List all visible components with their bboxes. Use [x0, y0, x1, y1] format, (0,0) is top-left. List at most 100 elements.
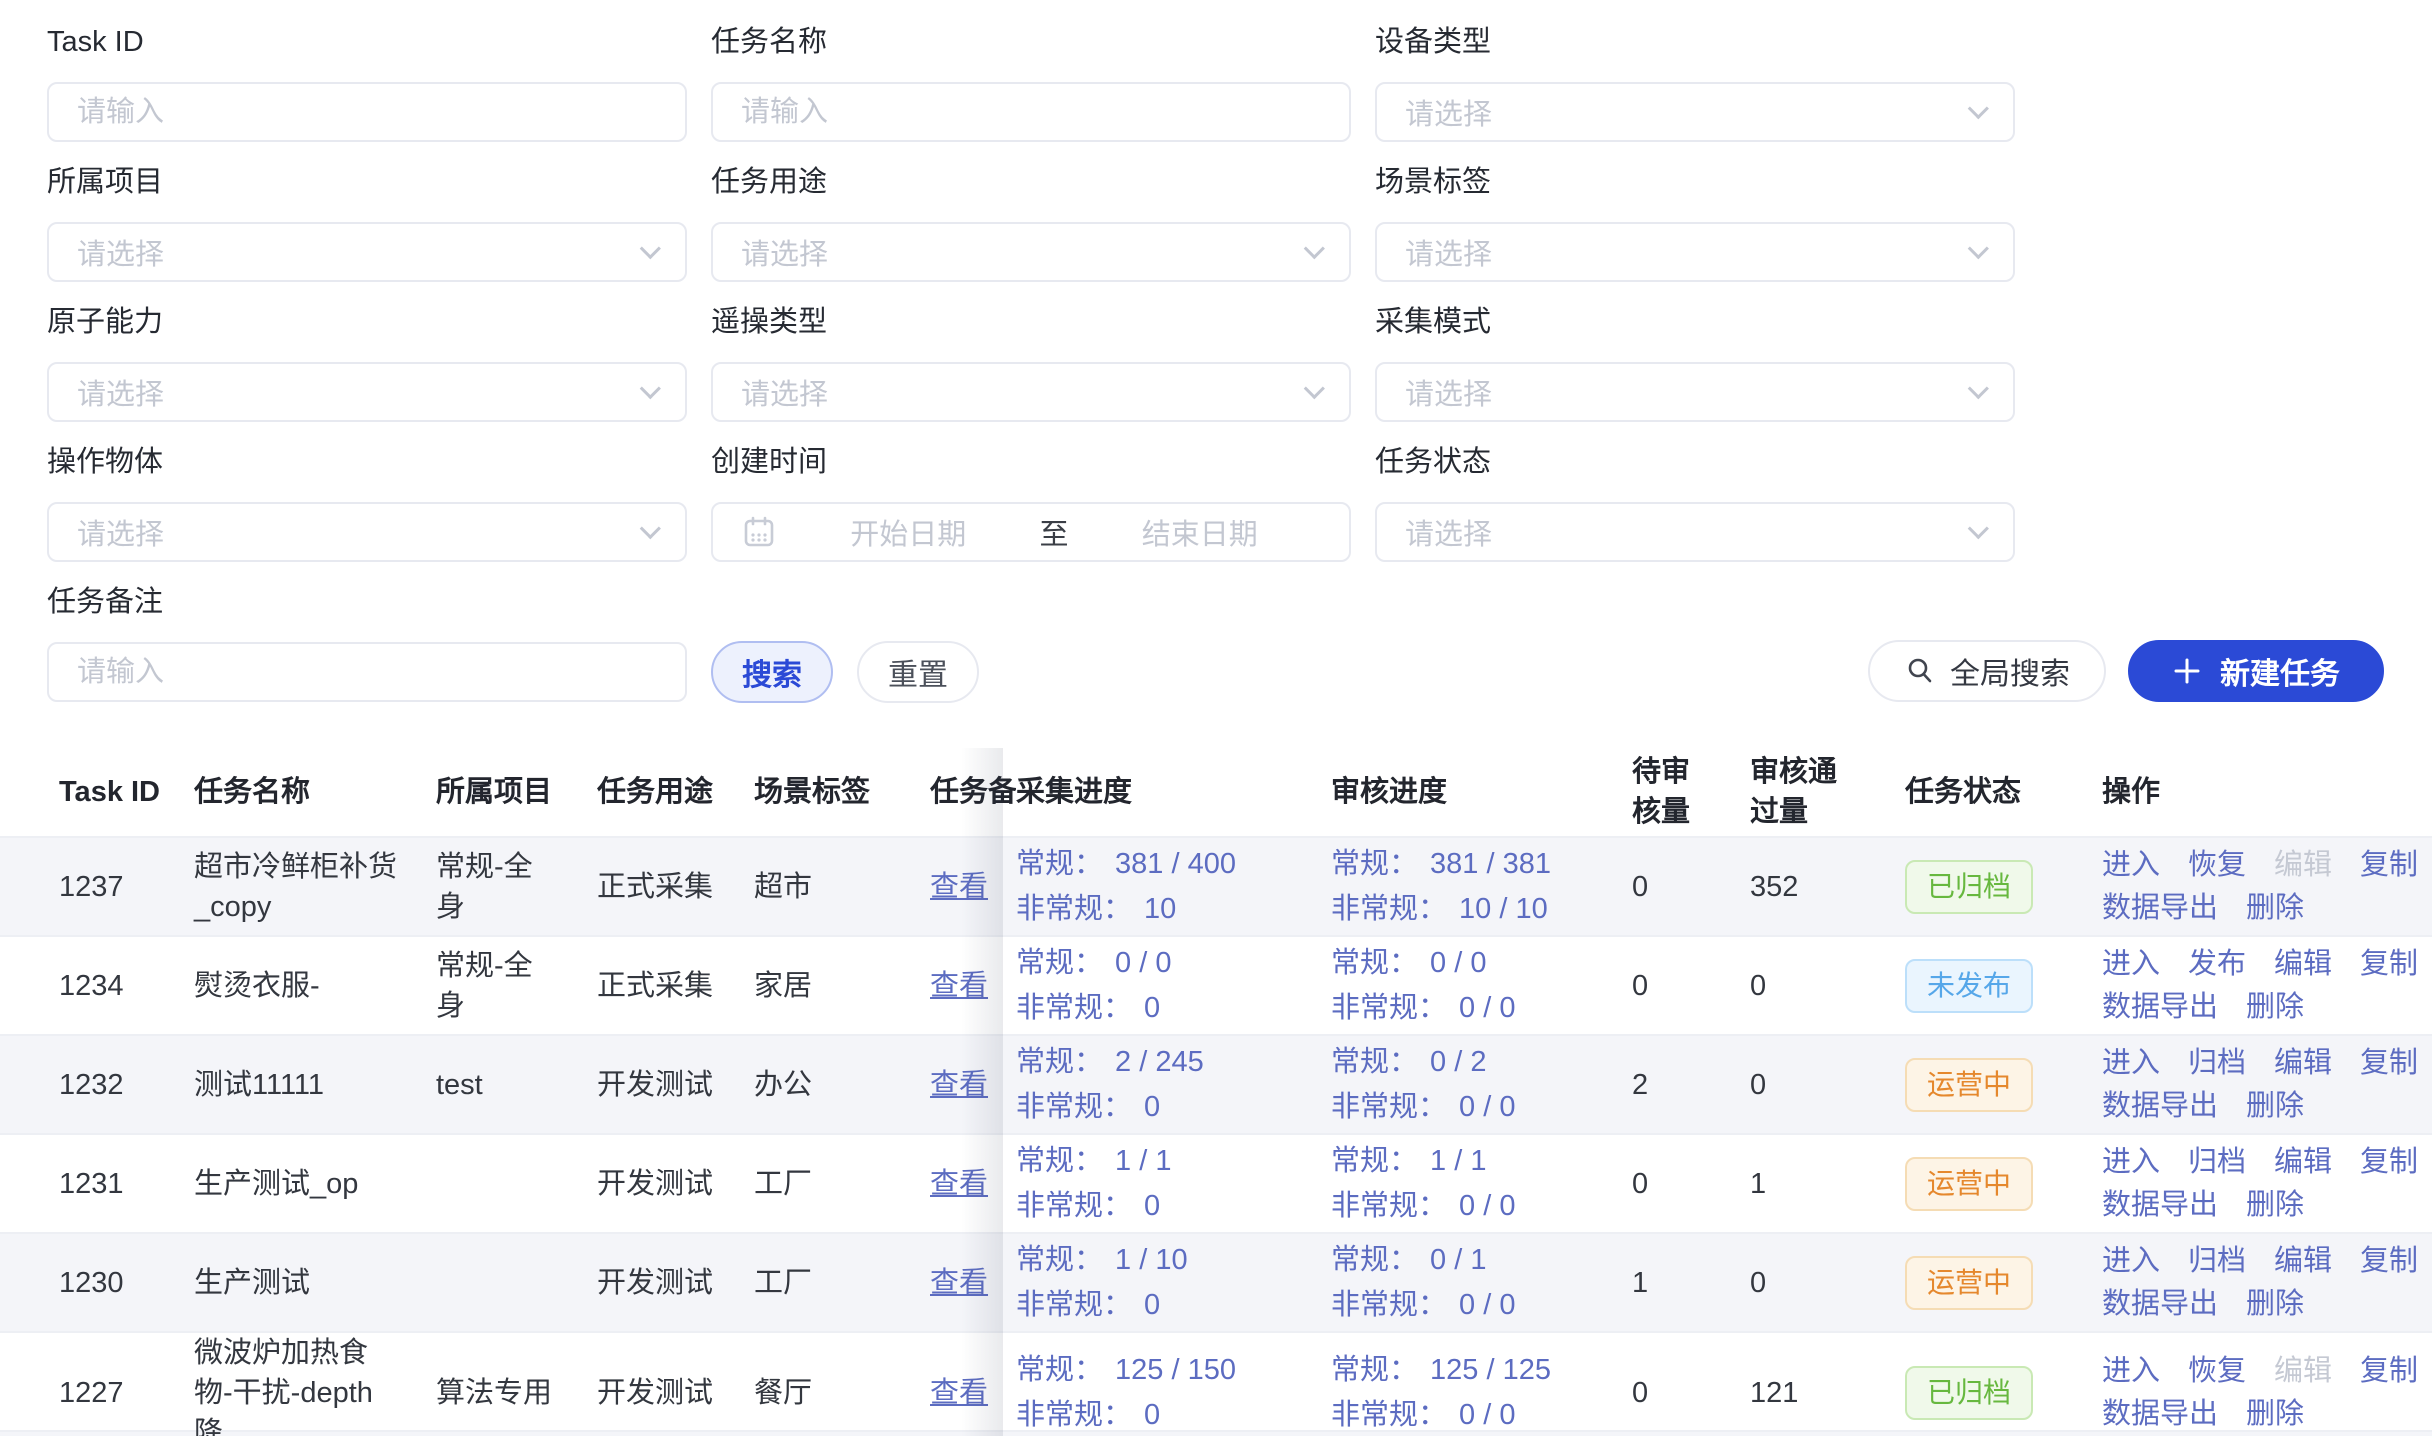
select-placeholder: 请选择	[1405, 371, 1492, 413]
action-copy[interactable]: 复制	[2360, 1042, 2418, 1085]
filter-task-id: Task ID	[47, 24, 687, 142]
calendar-icon	[741, 514, 777, 550]
action-copy[interactable]: 复制	[2360, 1240, 2418, 1283]
cell-task-name: 测试11111	[194, 1065, 436, 1105]
status-badge: 已归档	[1905, 860, 2033, 914]
view-remark-link[interactable]: 查看	[930, 970, 988, 1002]
action-copy[interactable]: 复制	[2360, 844, 2418, 887]
date-range-separator: 至	[1030, 511, 1079, 553]
teleop-type-select[interactable]: 请选择	[711, 362, 1351, 422]
header-purpose: 任务用途	[597, 772, 754, 812]
action-enter[interactable]: 进入	[2102, 844, 2160, 887]
create-task-button[interactable]: 新建任务	[2128, 640, 2384, 702]
cell-pending-count: 0	[1632, 1164, 1750, 1204]
filter-label: 创建时间	[711, 444, 1351, 480]
task-name-input[interactable]	[741, 96, 1321, 129]
filter-purpose: 任务用途 请选择	[711, 164, 1351, 282]
cell-review-progress: 常规：381 / 381 非常规：10 / 10	[1331, 842, 1632, 932]
action-enter[interactable]: 进入	[2102, 1350, 2160, 1393]
action-enter[interactable]: 进入	[2102, 1141, 2160, 1184]
date-range-picker[interactable]: 开始日期 至 结束日期	[711, 502, 1351, 562]
action-delete[interactable]: 删除	[2246, 1393, 2304, 1436]
action-archive[interactable]: 归档	[2188, 1042, 2246, 1085]
cell-approved-count: 0	[1750, 1065, 1905, 1105]
action-copy[interactable]: 复制	[2360, 943, 2418, 986]
header-scene: 场景标签	[754, 772, 930, 812]
select-placeholder: 请选择	[741, 231, 828, 273]
cell-project: 算法专用	[436, 1373, 597, 1413]
search-button[interactable]: 搜索	[711, 641, 833, 703]
view-remark-link[interactable]: 查看	[930, 1168, 988, 1200]
cell-remark: 查看	[930, 1263, 1016, 1303]
cell-remark: 查看	[930, 1373, 1016, 1413]
action-enter[interactable]: 进入	[2102, 1240, 2160, 1283]
action-export[interactable]: 数据导出	[2102, 986, 2218, 1029]
action-enter[interactable]: 进入	[2102, 943, 2160, 986]
action-delete[interactable]: 删除	[2246, 986, 2304, 1029]
header-status: 任务状态	[1905, 772, 2102, 812]
cell-purpose: 开发测试	[597, 1263, 754, 1303]
device-type-select[interactable]: 请选择	[1375, 82, 2015, 142]
action-archive[interactable]: 归档	[2188, 1141, 2246, 1184]
action-edit[interactable]: 编辑	[2274, 1141, 2332, 1184]
object-select[interactable]: 请选择	[47, 502, 687, 562]
action-export[interactable]: 数据导出	[2102, 1283, 2218, 1326]
cell-purpose: 正式采集	[597, 966, 754, 1006]
filter-panel: Task ID 任务名称 设备类型 请选择 所属项目 请选择	[0, 0, 2432, 702]
view-remark-link[interactable]: 查看	[930, 1377, 988, 1409]
end-date-placeholder[interactable]: 结束日期	[1079, 511, 1322, 553]
view-remark-link[interactable]: 查看	[930, 1267, 988, 1299]
scene-tag-select[interactable]: 请选择	[1375, 222, 2015, 282]
action-enter[interactable]: 进入	[2102, 1042, 2160, 1085]
action-delete[interactable]: 删除	[2246, 1184, 2304, 1227]
action-export[interactable]: 数据导出	[2102, 1184, 2218, 1227]
cell-remark: 查看	[930, 1065, 1016, 1105]
action-copy[interactable]: 复制	[2360, 1350, 2418, 1393]
status-badge: 已归档	[1905, 1366, 2033, 1420]
action-edit[interactable]: 编辑	[2274, 1240, 2332, 1283]
task-id-input[interactable]	[77, 96, 657, 129]
action-delete[interactable]: 删除	[2246, 1283, 2304, 1326]
purpose-select[interactable]: 请选择	[711, 222, 1351, 282]
global-search-button[interactable]: 全局搜索	[1868, 640, 2106, 702]
cell-actions: 进入 发布 编辑 复制 数据导出 删除	[2102, 943, 2432, 1029]
cell-project: test	[436, 1065, 597, 1105]
start-date-placeholder[interactable]: 开始日期	[787, 511, 1030, 553]
header-project: 所属项目	[436, 772, 597, 812]
view-remark-link[interactable]: 查看	[930, 871, 988, 903]
filter-label: 遥操类型	[711, 304, 1351, 340]
project-select[interactable]: 请选择	[47, 222, 687, 282]
action-archive[interactable]: 归档	[2188, 1240, 2246, 1283]
cell-pending-count: 2	[1632, 1065, 1750, 1105]
action-edit[interactable]: 编辑	[2274, 943, 2332, 986]
action-export[interactable]: 数据导出	[2102, 887, 2218, 930]
action-restore[interactable]: 恢复	[2188, 844, 2246, 887]
action-edit[interactable]: 编辑	[2274, 1042, 2332, 1085]
action-publish[interactable]: 发布	[2188, 943, 2246, 986]
action-delete[interactable]: 删除	[2246, 887, 2304, 930]
cell-scene: 家居	[754, 966, 930, 1006]
cell-review-progress: 常规：0 / 2 非常规：0 / 0	[1331, 1040, 1632, 1130]
action-restore[interactable]: 恢复	[2188, 1350, 2246, 1393]
action-delete[interactable]: 删除	[2246, 1085, 2304, 1128]
filter-label: 场景标签	[1375, 164, 2015, 200]
select-placeholder: 请选择	[1405, 511, 1492, 553]
action-export[interactable]: 数据导出	[2102, 1393, 2218, 1436]
cell-actions: 进入 归档 编辑 复制 数据导出 删除	[2102, 1240, 2432, 1326]
collect-mode-select[interactable]: 请选择	[1375, 362, 2015, 422]
atomic-ability-select[interactable]: 请选择	[47, 362, 687, 422]
reset-button[interactable]: 重置	[857, 641, 979, 703]
action-edit[interactable]: 编辑	[2274, 1350, 2332, 1393]
status-badge: 运营中	[1905, 1058, 2033, 1112]
view-remark-link[interactable]: 查看	[930, 1069, 988, 1101]
task-status-select[interactable]: 请选择	[1375, 502, 2015, 562]
plus-icon	[2172, 656, 2202, 686]
header-collect-progress: 采集进度	[1016, 772, 1331, 812]
action-edit[interactable]: 编辑	[2274, 844, 2332, 887]
cell-purpose: 开发测试	[597, 1373, 754, 1413]
cell-purpose: 正式采集	[597, 867, 754, 907]
cell-collect-progress: 常规：1 / 1 非常规：0	[1016, 1139, 1331, 1229]
action-export[interactable]: 数据导出	[2102, 1085, 2218, 1128]
task-remark-input[interactable]	[77, 656, 657, 689]
action-copy[interactable]: 复制	[2360, 1141, 2418, 1184]
